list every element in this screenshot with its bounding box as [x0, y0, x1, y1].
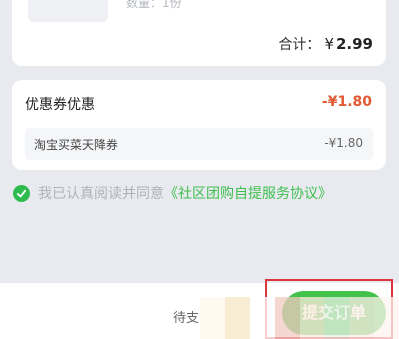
order-total-row: 合计： ¥ 2.99 [278, 34, 373, 54]
coupon-item[interactable]: 淘宝买菜天降券 -¥1.80 [25, 128, 373, 160]
bottom-action-bar: 待支 提交订单 [0, 283, 399, 339]
agreement-text: 我已认真阅读并同意 [38, 186, 164, 202]
coupon-item-name: 淘宝买菜天降券 [34, 138, 119, 152]
product-thumbnail [28, 0, 108, 22]
coupon-item-value: -¥1.80 [324, 136, 363, 150]
coupon-title: 优惠券优惠 [25, 97, 95, 113]
submit-order-button[interactable]: 提交订单 [282, 291, 386, 335]
total-currency: ¥ [324, 35, 334, 53]
total-label: 合计： [278, 37, 321, 53]
order-summary-card: 数量：1份 合计： ¥ 2.99 [12, 0, 386, 66]
checkmark-icon [16, 189, 27, 197]
total-amount: 2.99 [335, 35, 373, 53]
coupon-total-discount: -¥1.80 [321, 94, 372, 110]
coupon-discount-card[interactable]: 优惠券优惠 -¥1.80 淘宝买菜天降券 -¥1.80 [12, 80, 386, 170]
agreement-row[interactable]: 我已认真阅读并同意 《社区团购自提服务协议》 [13, 183, 332, 203]
agreement-link[interactable]: 《社区团购自提服务协议》 [164, 183, 332, 203]
checkbox-checked-icon[interactable] [13, 184, 30, 202]
pending-payment-label: 待支 [173, 311, 200, 326]
product-quantity: 数量：1份 [126, 0, 182, 10]
